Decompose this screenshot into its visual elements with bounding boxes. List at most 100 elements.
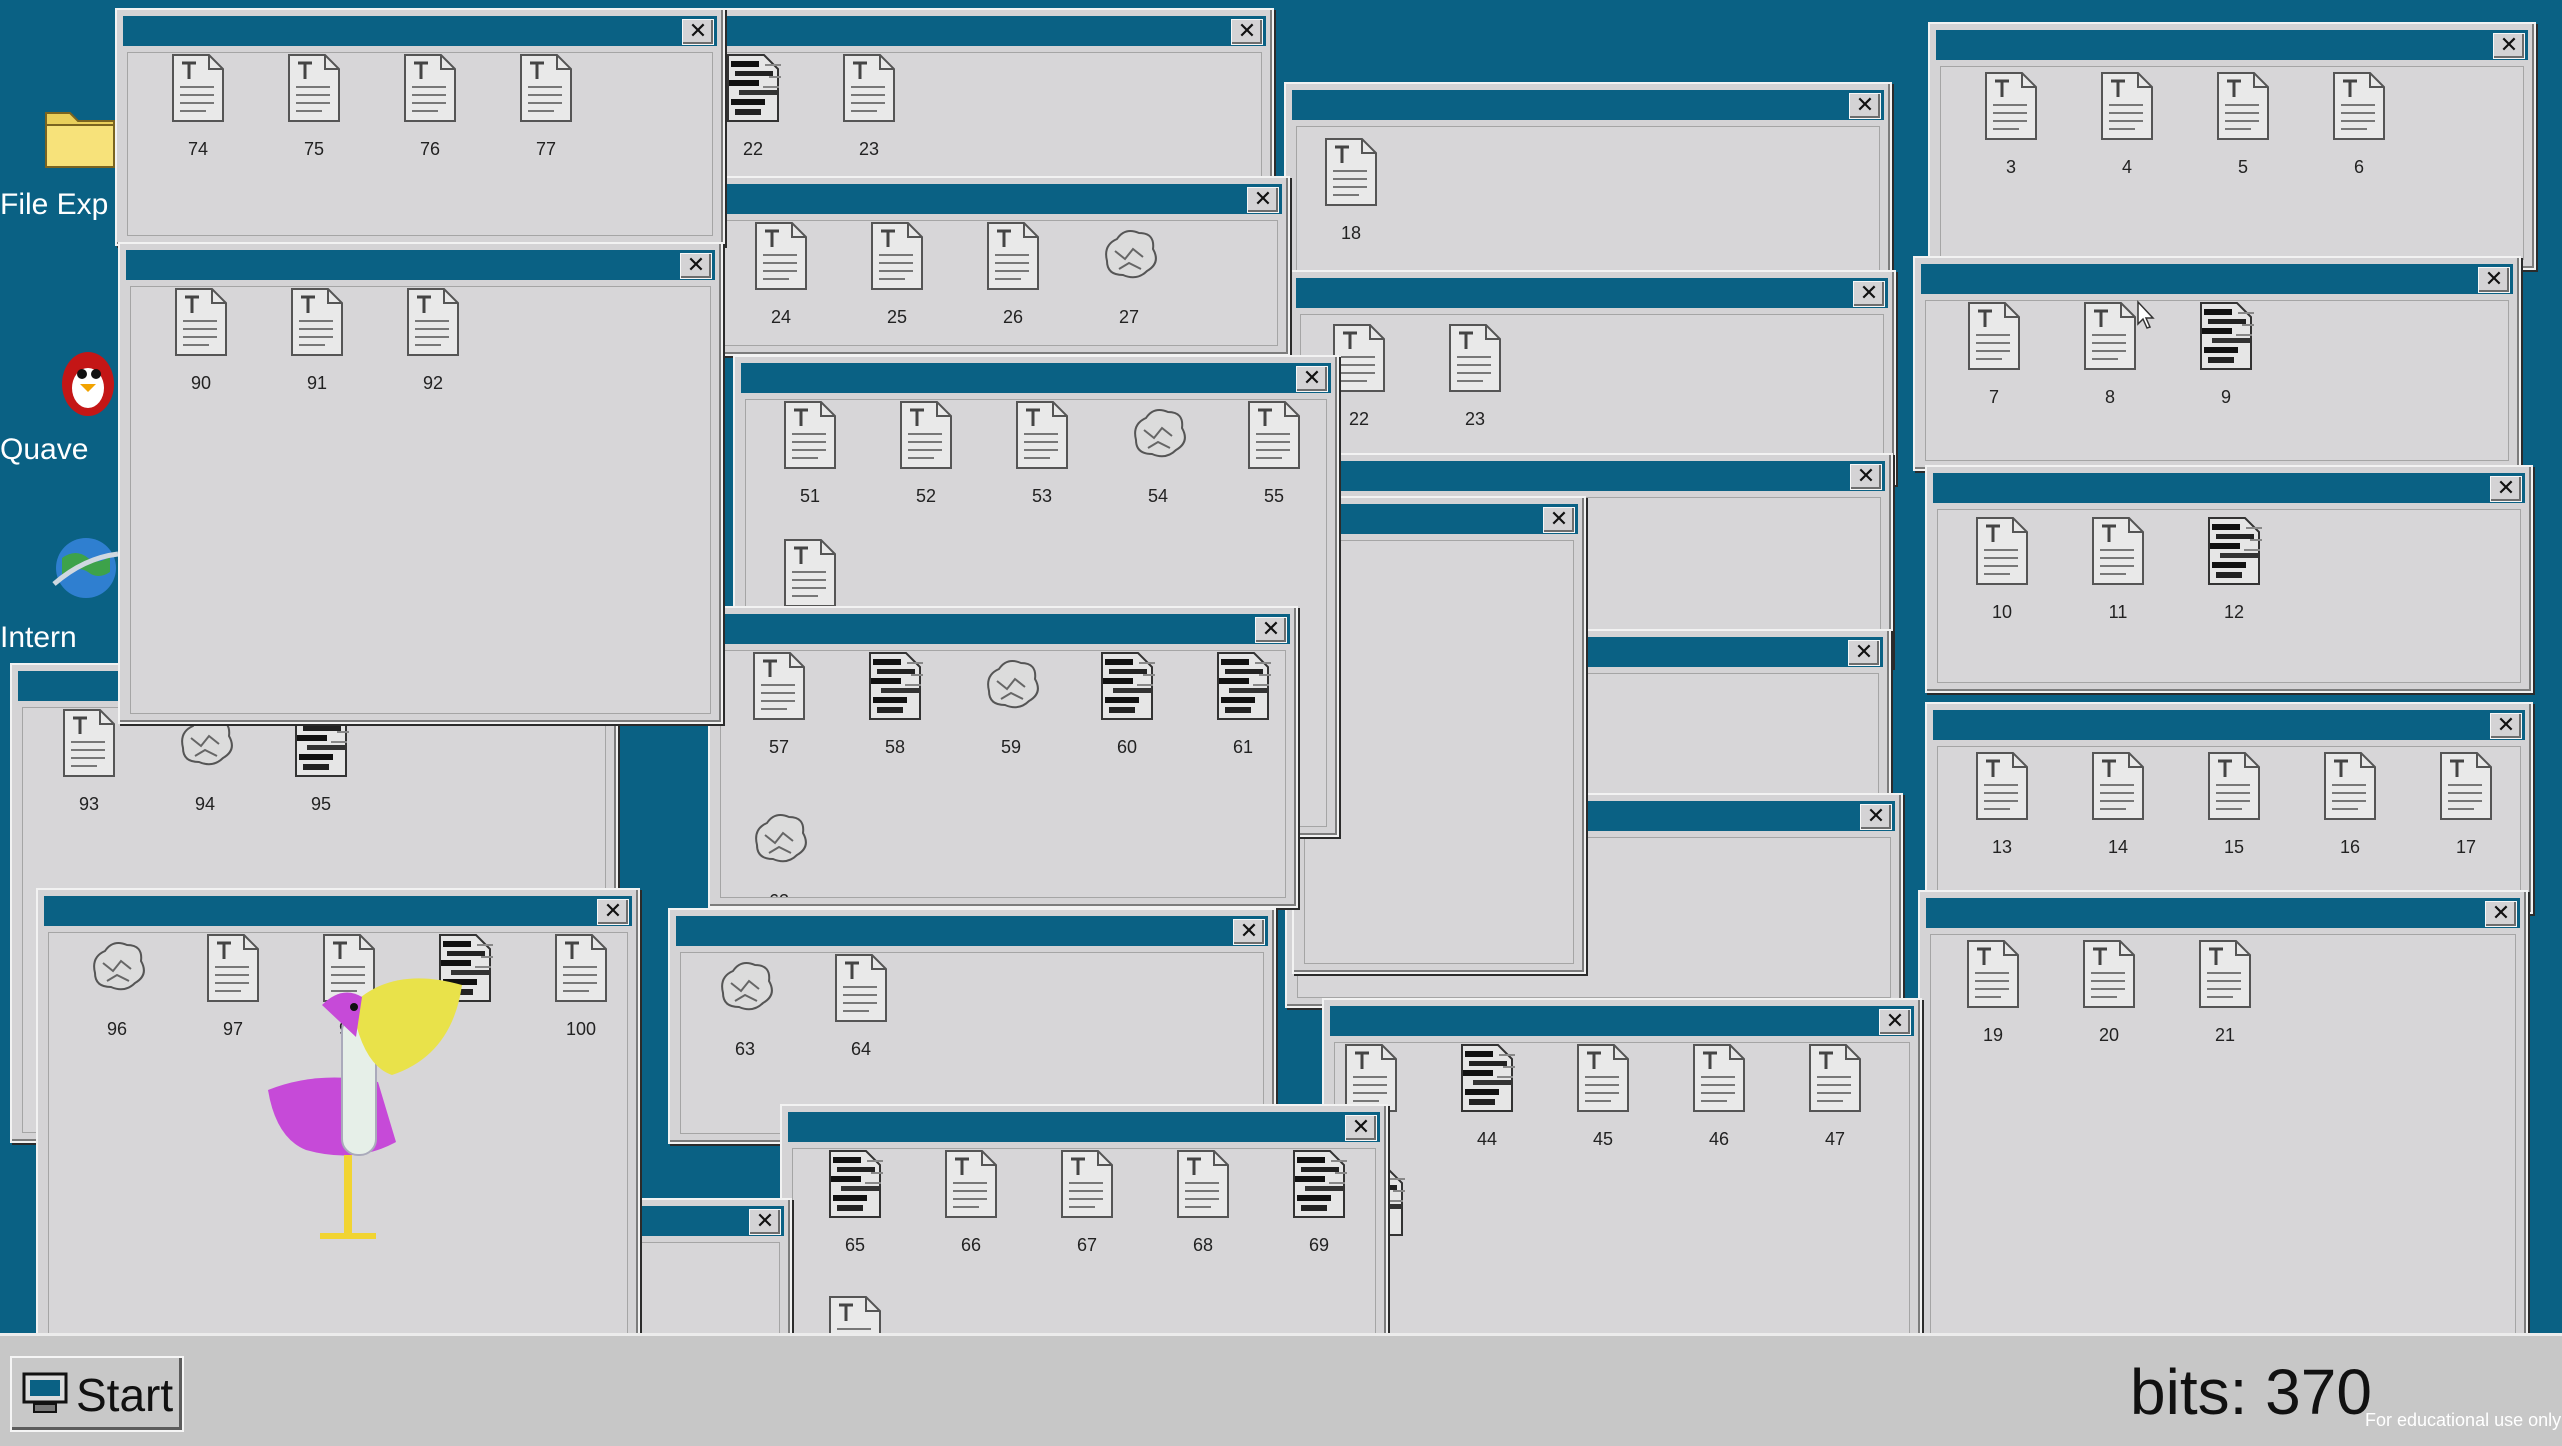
close-button[interactable]: ✕ (1231, 19, 1263, 45)
window-titlebar[interactable]: ✕ (1292, 90, 1884, 120)
file-item[interactable]: 18 (1301, 137, 1401, 257)
explorer-window[interactable]: ✕ 18 (1284, 82, 1892, 297)
close-button[interactable]: ✕ (680, 253, 712, 279)
close-button[interactable]: ✕ (1853, 281, 1885, 307)
file-item[interactable]: 13 (1952, 751, 2052, 871)
close-button[interactable]: ✕ (1255, 617, 1287, 643)
file-item[interactable]: 12 (2184, 516, 2284, 636)
file-item[interactable]: 96 (67, 933, 167, 1053)
window-titlebar[interactable]: ✕ (720, 16, 1266, 46)
window-titlebar[interactable]: ✕ (1936, 30, 2528, 60)
file-item[interactable]: 16 (2300, 751, 2400, 871)
explorer-window[interactable]: ✕ 90 91 92 (118, 242, 723, 724)
window-titlebar[interactable]: ✕ (1296, 278, 1888, 308)
file-item[interactable]: 74 (148, 53, 248, 173)
window-titlebar[interactable]: ✕ (1921, 264, 2513, 294)
file-item[interactable]: 100 (531, 933, 627, 1053)
explorer-window[interactable]: ✕ 24 25 26 27 (712, 176, 1290, 356)
file-item[interactable]: 65 (805, 1149, 905, 1269)
file-item[interactable]: 64 (811, 953, 911, 1073)
close-button[interactable]: ✕ (1860, 804, 1892, 830)
file-item[interactable]: 9 (2176, 301, 2276, 421)
file-item[interactable]: 59 (961, 651, 1061, 771)
close-button[interactable]: ✕ (2485, 901, 2517, 927)
file-item[interactable]: 69 (1269, 1149, 1369, 1269)
close-button[interactable]: ✕ (1345, 1115, 1377, 1141)
close-button[interactable]: ✕ (597, 899, 629, 925)
file-item[interactable]: 23 (1425, 323, 1525, 443)
close-button[interactable]: ✕ (2478, 267, 2510, 293)
file-item[interactable]: 67 (1037, 1149, 1137, 1269)
file-item[interactable]: 60 (1077, 651, 1177, 771)
file-item[interactable]: 22 (725, 53, 803, 173)
file-item[interactable]: 93 (39, 708, 139, 828)
window-titlebar[interactable]: ✕ (741, 363, 1331, 393)
file-item[interactable]: 7 (1944, 301, 2044, 421)
close-button[interactable]: ✕ (1247, 187, 1279, 213)
file-item[interactable]: 11 (2068, 516, 2168, 636)
close-button[interactable]: ✕ (1848, 640, 1880, 666)
close-button[interactable]: ✕ (682, 19, 714, 45)
file-item[interactable]: 47 (1785, 1043, 1885, 1163)
file-item[interactable]: 27 (1079, 221, 1179, 341)
window-titlebar[interactable]: ✕ (1926, 898, 2520, 928)
file-item[interactable]: 15 (2184, 751, 2284, 871)
window-titlebar[interactable]: ✕ (716, 614, 1290, 644)
file-item[interactable]: 63 (695, 953, 795, 1073)
explorer-window[interactable]: ✕ 74 75 76 77 (115, 8, 725, 246)
file-item[interactable]: 94 (155, 708, 255, 828)
file-item[interactable]: 3 (1961, 71, 2061, 191)
file-item[interactable]: 52 (876, 400, 976, 520)
file-item[interactable]: 17 (2416, 751, 2516, 871)
file-item[interactable]: 90 (151, 287, 251, 407)
close-button[interactable]: ✕ (749, 1209, 781, 1235)
explorer-window[interactable]: ✕ 57 58 59 60 61 62 (708, 606, 1298, 908)
explorer-window[interactable]: ✕ 7 8 9 (1913, 256, 2521, 471)
file-item[interactable]: 23 (819, 53, 919, 173)
file-item[interactable]: 57 (729, 651, 829, 771)
close-button[interactable]: ✕ (1849, 93, 1881, 119)
window-titlebar[interactable]: ✕ (1933, 710, 2525, 740)
explorer-window[interactable]: ✕ 10 11 12 (1925, 465, 2533, 693)
file-item[interactable]: 45 (1553, 1043, 1653, 1163)
file-item[interactable]: 54 (1108, 400, 1208, 520)
window-titlebar[interactable]: ✕ (1300, 504, 1578, 534)
start-button[interactable]: Start (10, 1356, 184, 1432)
file-item[interactable]: 77 (496, 53, 596, 173)
file-item[interactable]: 68 (1153, 1149, 1253, 1269)
file-item[interactable]: 20 (2059, 939, 2159, 1059)
close-button[interactable]: ✕ (1233, 919, 1265, 945)
file-item[interactable]: 26 (963, 221, 1063, 341)
window-titlebar[interactable]: ✕ (1293, 461, 1885, 491)
file-item[interactable]: 75 (264, 53, 364, 173)
file-item[interactable]: 66 (921, 1149, 1021, 1269)
file-item[interactable]: 21 (2175, 939, 2275, 1059)
window-titlebar[interactable]: ✕ (676, 916, 1268, 946)
file-item[interactable]: 58 (845, 651, 945, 771)
explorer-window[interactable]: ✕ 19 20 21 (1918, 890, 2528, 1380)
file-item[interactable]: 91 (267, 287, 367, 407)
file-item[interactable]: 95 (271, 708, 371, 828)
file-item[interactable]: 61 (1193, 651, 1285, 771)
close-button[interactable]: ✕ (1296, 366, 1328, 392)
file-item[interactable]: 24 (731, 221, 831, 341)
close-button[interactable]: ✕ (2490, 476, 2522, 502)
window-titlebar[interactable]: ✕ (1933, 473, 2525, 503)
window-titlebar[interactable]: ✕ (44, 896, 632, 926)
close-button[interactable]: ✕ (2493, 33, 2525, 59)
explorer-window[interactable]: ✕ 22 23 (712, 8, 1274, 193)
file-item[interactable]: 10 (1952, 516, 2052, 636)
file-item[interactable]: 14 (2068, 751, 2168, 871)
window-titlebar[interactable]: ✕ (123, 16, 717, 46)
file-item[interactable]: 51 (760, 400, 860, 520)
file-item[interactable]: 55 (1224, 400, 1324, 520)
file-item[interactable]: 25 (847, 221, 947, 341)
close-button[interactable]: ✕ (1543, 507, 1575, 533)
file-item[interactable]: 44 (1437, 1043, 1537, 1163)
window-titlebar[interactable]: ✕ (1330, 1006, 1914, 1036)
explorer-window[interactable]: ✕ 3 4 5 6 (1928, 22, 2536, 270)
window-titlebar[interactable]: ✕ (788, 1112, 1380, 1142)
file-item[interactable]: 53 (992, 400, 1092, 520)
file-item[interactable]: 62 (729, 805, 829, 897)
close-button[interactable]: ✕ (1879, 1009, 1911, 1035)
